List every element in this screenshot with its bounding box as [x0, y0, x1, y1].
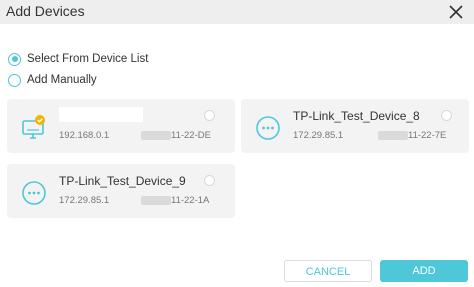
mac-redaction — [141, 131, 171, 140]
monitor-icon — [21, 115, 47, 141]
device-name: TP-Link_Test_Device_9 — [59, 174, 186, 188]
device-mac: 11-22-7E — [408, 130, 447, 141]
close-icon[interactable] — [446, 2, 466, 22]
device-select-radio[interactable] — [441, 110, 452, 121]
device-ip: 172.29.85.1 — [59, 195, 110, 206]
device-mac: 11-22-DE — [171, 130, 211, 141]
add-button[interactable]: ADD — [380, 260, 468, 282]
radio-label-select-from-list: Select From Device List — [27, 53, 149, 65]
device-select-radio[interactable] — [204, 110, 215, 121]
device-card-3[interactable]: TP-Link_Test_Device_9 172.29.85.1 11-22-… — [7, 164, 235, 218]
device-ip: 192.168.0.1 — [59, 130, 110, 141]
cancel-button[interactable]: CANCEL — [284, 260, 372, 282]
dialog-title: Add Devices — [6, 3, 85, 19]
device-name: TP-Link_Test_Device_8 — [293, 109, 420, 123]
device-name-hidden — [59, 107, 143, 122]
dialog-titlebar: Add Devices — [0, 0, 474, 24]
device-ip: 172.29.85.1 — [293, 130, 344, 141]
mac-redaction — [141, 196, 171, 205]
mac-redaction — [378, 131, 408, 140]
device-card-1[interactable]: 192.168.0.1 11-22-DE — [7, 99, 235, 153]
radio-button-selected[interactable] — [8, 52, 21, 66]
more-icon — [255, 115, 281, 141]
more-icon — [21, 180, 47, 206]
radio-button-unselected[interactable] — [8, 73, 21, 87]
device-select-radio[interactable] — [204, 175, 215, 186]
radio-label-add-manually: Add Manually — [27, 74, 97, 86]
radio-add-manually[interactable]: Add Manually — [8, 72, 97, 88]
device-mac: 11-22-1A — [171, 195, 210, 206]
device-card-2[interactable]: TP-Link_Test_Device_8 172.29.85.1 11-22-… — [241, 99, 469, 153]
radio-select-from-list[interactable]: Select From Device List — [8, 51, 148, 67]
